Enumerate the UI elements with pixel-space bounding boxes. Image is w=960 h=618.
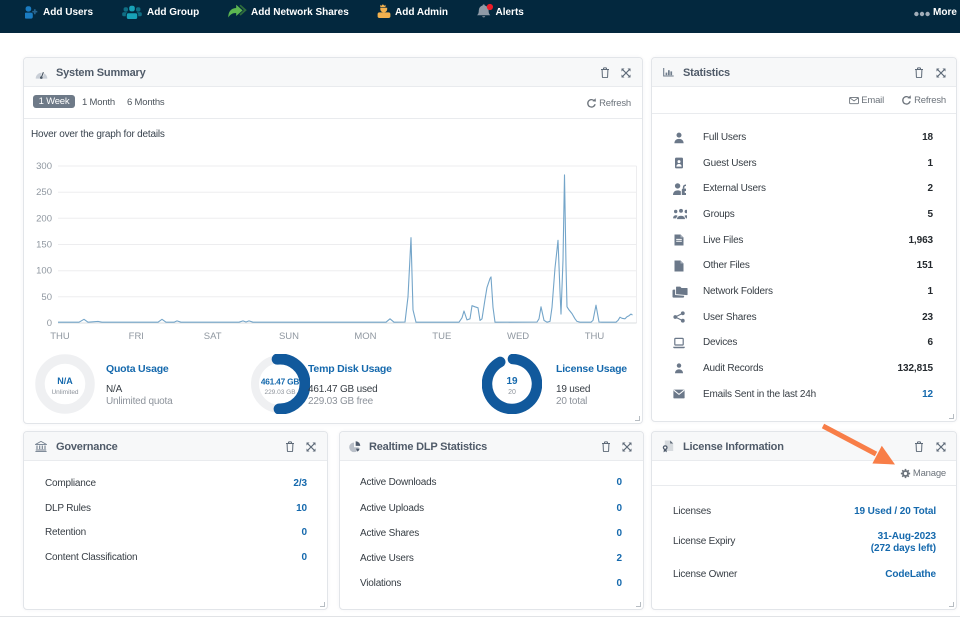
svg-text:WED: WED xyxy=(507,331,529,342)
svg-text:250: 250 xyxy=(36,187,52,198)
svg-text:461.47 GB: 461.47 GB xyxy=(261,377,300,387)
svg-text:300: 300 xyxy=(36,161,52,172)
svg-text:100: 100 xyxy=(36,266,52,277)
svg-text:229.03 GB: 229.03 GB xyxy=(264,389,295,396)
svg-text:N/A: N/A xyxy=(57,376,73,386)
svg-text:50: 50 xyxy=(41,292,52,303)
svg-text:150: 150 xyxy=(36,240,52,251)
svg-text:SUN: SUN xyxy=(279,331,299,342)
svg-text:FRI: FRI xyxy=(129,331,144,342)
svg-text:TUE: TUE xyxy=(432,331,451,342)
svg-text:THU: THU xyxy=(50,331,70,342)
svg-text:SAT: SAT xyxy=(204,331,222,342)
svg-text:0: 0 xyxy=(47,318,52,329)
svg-text:20: 20 xyxy=(508,389,516,396)
svg-text:MON: MON xyxy=(354,331,376,342)
svg-text:200: 200 xyxy=(36,213,52,224)
svg-text:THU: THU xyxy=(585,331,605,342)
svg-text:Unlimited: Unlimited xyxy=(51,389,78,396)
svg-text:19: 19 xyxy=(506,376,518,387)
